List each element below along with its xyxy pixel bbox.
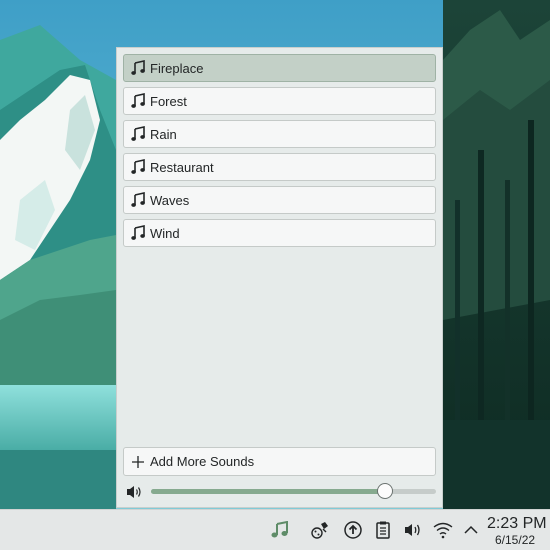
music-note-icon — [131, 225, 145, 241]
music-note-icon — [131, 159, 145, 175]
clock-date[interactable]: 6/15/22 — [495, 533, 535, 547]
volume-icon — [125, 484, 143, 500]
clipboard-icon[interactable] — [373, 521, 393, 539]
sound-item-restaurant[interactable]: Restaurant — [123, 153, 436, 181]
clock-time[interactable]: 2:23 PM — [487, 515, 547, 533]
sound-item-waves[interactable]: Waves — [123, 186, 436, 214]
updates-icon[interactable] — [343, 521, 363, 539]
volume-slider[interactable] — [151, 483, 436, 499]
sound-item-label: Restaurant — [150, 159, 214, 175]
expand-arrow-icon[interactable] — [462, 521, 482, 539]
network-icon[interactable] — [432, 521, 453, 539]
add-more-sounds-label: Add More Sounds — [150, 454, 255, 469]
music-note-icon — [131, 93, 145, 109]
plus-icon — [131, 455, 145, 469]
sound-item-wind[interactable]: Wind — [123, 219, 436, 247]
volume-slider-handle[interactable] — [376, 483, 393, 499]
sound-item-forest[interactable]: Forest — [123, 87, 436, 115]
sound-item-label: Rain — [150, 126, 177, 142]
sound-item-label: Forest — [150, 93, 187, 109]
kde-connect-icon[interactable] — [311, 521, 331, 539]
sound-item-fireplace[interactable]: Fireplace — [123, 54, 436, 82]
sound-item-label: Waves — [150, 192, 190, 208]
sound-item-label: Fireplace — [150, 60, 204, 76]
sound-item-rain[interactable]: Rain — [123, 120, 436, 148]
music-note-icon — [131, 60, 145, 76]
music-note-icon — [131, 126, 145, 142]
volume-slider-fill — [151, 489, 385, 494]
ambient-sounds-popup: Fireplace Forest Rain Restaurant Waves Wind A… — [116, 47, 443, 508]
sound-item-label: Wind — [150, 225, 180, 241]
ambient-sound-icon[interactable] — [270, 520, 290, 539]
music-note-icon — [131, 192, 145, 208]
add-more-sounds-button[interactable]: Add More Sounds — [123, 447, 436, 476]
tray-volume-icon[interactable] — [403, 521, 423, 539]
